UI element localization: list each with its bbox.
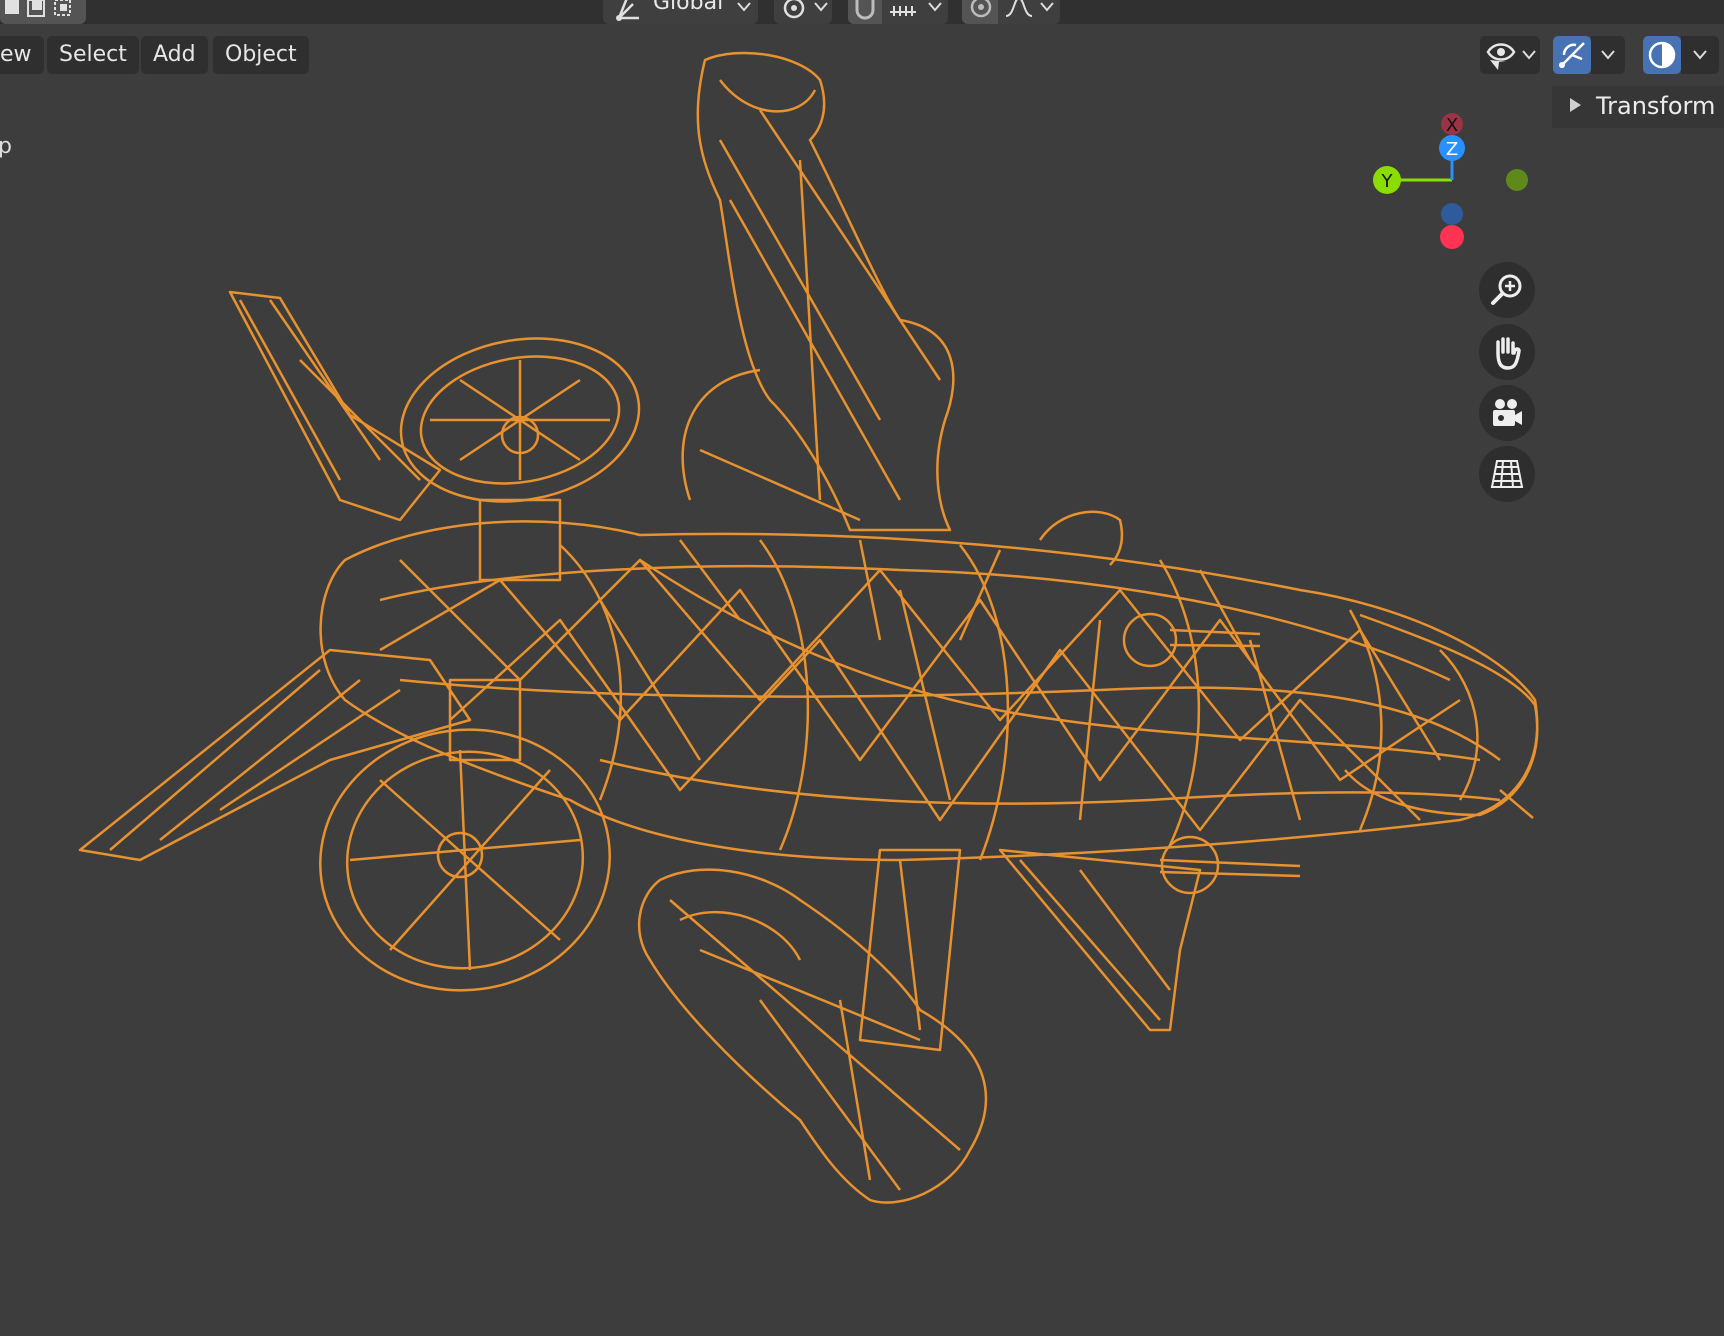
wireframe-aircraft-model[interactable] [0,0,1724,1336]
